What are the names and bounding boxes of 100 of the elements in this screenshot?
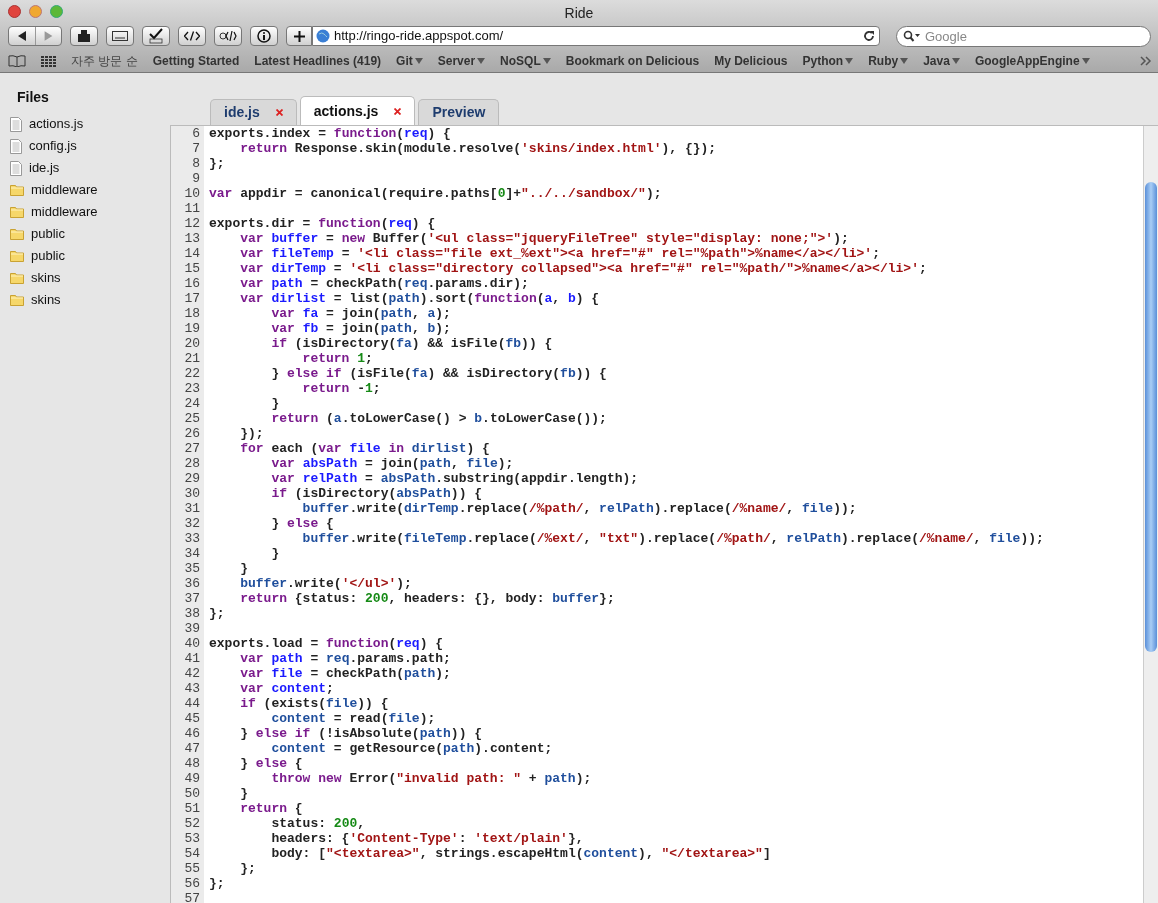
bookmark-link[interactable]: Latest Headlines (419) xyxy=(254,52,382,70)
line-number: 12 xyxy=(183,216,201,231)
sidebar-item[interactable]: middleware xyxy=(10,179,170,201)
folder-icon xyxy=(10,294,24,306)
line-number: 32 xyxy=(183,516,201,531)
bookmark-link[interactable]: My Delicious xyxy=(714,52,788,70)
sidebar-item[interactable]: ide.js xyxy=(10,157,170,179)
code-line: return -1; xyxy=(301,381,382,396)
keyboard-button[interactable] xyxy=(106,26,134,46)
code-line: return Response.skin(module.resolve('skins/index.html'), {}); xyxy=(239,141,718,156)
line-number: 14 xyxy=(183,246,201,261)
code-check-button[interactable] xyxy=(214,26,242,46)
code-line: } else if (isFile(fa) && isDirectory(fb)) { xyxy=(270,366,608,381)
code-line: } xyxy=(270,546,281,561)
sidebar-title: Files xyxy=(16,88,50,107)
bookmark-menu[interactable]: Python xyxy=(802,52,854,70)
close-icon[interactable] xyxy=(275,109,283,116)
code-line: exports.load = function(req) { xyxy=(209,636,445,651)
code-line: buffer.write(fileTemp.replace(/%ext/, "txt").replace(/%path/, relPath).replace(/%name/, file)); xyxy=(301,531,1045,546)
bookmark-link[interactable]: 자주 방문 순 xyxy=(71,52,138,70)
code-line: } else if (!isAbsolute(path)) { xyxy=(239,726,484,741)
code-line: content = read(file); xyxy=(270,711,437,726)
sidebar-item[interactable]: skins xyxy=(10,289,170,311)
bookmark-menu[interactable]: NoSQL xyxy=(500,52,551,70)
code-line: if (exists(file)) { xyxy=(239,696,390,711)
line-number: 43 xyxy=(183,681,201,696)
document-icon xyxy=(10,138,22,154)
info-button[interactable] xyxy=(250,26,278,46)
search-field[interactable]: Google xyxy=(896,25,1151,47)
editor-tab[interactable]: actions.js xyxy=(299,96,416,125)
bookmark-menu[interactable]: GoogleAppEngine xyxy=(974,52,1090,70)
code-line: var path = checkPath(req.params.dir); xyxy=(239,276,530,291)
line-number: 45 xyxy=(183,711,201,726)
code-tag-icon xyxy=(184,31,200,41)
line-number: 55 xyxy=(183,861,201,876)
line-number: 34 xyxy=(183,546,201,561)
code-line: headers: {'Content-Type': 'text/plain'}, xyxy=(270,831,585,846)
dropdown-caret-icon xyxy=(477,58,486,64)
code-line: body: ["<textarea>", strings.escapeHtml(content), "</textarea>"] xyxy=(270,846,772,861)
line-number: 22 xyxy=(183,366,201,381)
line-number: 11 xyxy=(183,201,201,216)
add-bookmark-button[interactable] xyxy=(286,26,312,46)
line-number: 47 xyxy=(183,741,201,756)
info-icon xyxy=(257,29,271,43)
editor-tab[interactable]: ide.js xyxy=(210,99,297,125)
line-number: 41 xyxy=(183,651,201,666)
code-button[interactable] xyxy=(178,26,206,46)
bookmarks-book-icon[interactable] xyxy=(8,55,26,67)
dropdown-caret-icon xyxy=(414,58,423,64)
sidebar-item[interactable]: public xyxy=(10,223,170,245)
line-number: 51 xyxy=(183,801,201,816)
sidebar-item[interactable]: config.js xyxy=(10,135,170,157)
line-number: 15 xyxy=(183,261,201,276)
reload-icon[interactable] xyxy=(863,30,875,42)
code-line: }; xyxy=(239,861,257,876)
code-line: }; xyxy=(209,156,226,171)
dropdown-caret-icon xyxy=(845,58,854,64)
scrollbar[interactable] xyxy=(1143,126,1158,903)
validator-button[interactable] xyxy=(142,26,170,46)
code-line: return (a.toLowerCase() > b.toLowerCase()); xyxy=(270,411,608,426)
bookmark-link[interactable]: Bookmark on Delicious xyxy=(565,52,700,70)
sidebar-item[interactable]: actions.js xyxy=(10,113,170,135)
code-editor[interactable] xyxy=(170,125,1158,903)
address-field[interactable]: http://ringo-ride.appspot.com/ xyxy=(312,26,880,46)
code-line: } xyxy=(270,396,281,411)
code-line: status: 200, xyxy=(270,816,367,831)
line-number: 6 xyxy=(191,126,201,141)
code-line: return { xyxy=(239,801,304,816)
folder-icon xyxy=(10,228,24,240)
bookmark-menu[interactable]: Server xyxy=(437,52,486,70)
bookmark-menu[interactable]: Git xyxy=(396,52,423,70)
code-line: var appdir = canonical(require.paths[0]+"../../sandbox/"); xyxy=(209,186,663,201)
close-icon[interactable] xyxy=(8,4,21,18)
sidebar-item[interactable]: middleware xyxy=(10,201,170,223)
sidebar-item[interactable]: skins xyxy=(10,267,170,289)
code-line: content = getResource(path).content; xyxy=(270,741,554,756)
sidebar-item[interactable]: public xyxy=(10,245,170,267)
close-icon[interactable] xyxy=(394,107,402,115)
bookmark-menu[interactable]: Java xyxy=(923,52,960,70)
folder-icon xyxy=(10,272,24,284)
bookmark-link[interactable]: Getting Started xyxy=(152,52,240,70)
folder-icon xyxy=(10,184,24,196)
scrollbar-thumb[interactable] xyxy=(1145,182,1157,652)
code-tag-icon xyxy=(219,30,237,42)
line-number: 53 xyxy=(183,831,201,846)
more-chevron-icon[interactable] xyxy=(1140,56,1152,66)
document-icon xyxy=(10,160,22,176)
bookmark-menu[interactable]: Ruby xyxy=(868,52,909,70)
code-line: exports.dir = function(req) { xyxy=(209,216,437,231)
line-number: 16 xyxy=(183,276,201,291)
print-button[interactable] xyxy=(70,26,98,46)
code-line: var fa = join(path, a); xyxy=(270,306,452,321)
checkmark-icon xyxy=(148,28,164,44)
line-number: 50 xyxy=(183,786,201,801)
code-line: var dirlist = list(path).sort(function(a, b) { xyxy=(239,291,601,306)
line-number: 19 xyxy=(183,321,201,336)
line-number: 46 xyxy=(183,726,201,741)
grid-icon[interactable] xyxy=(41,55,56,67)
back-forward-buttons[interactable] xyxy=(8,26,62,46)
editor-tab[interactable]: Preview xyxy=(418,99,500,125)
